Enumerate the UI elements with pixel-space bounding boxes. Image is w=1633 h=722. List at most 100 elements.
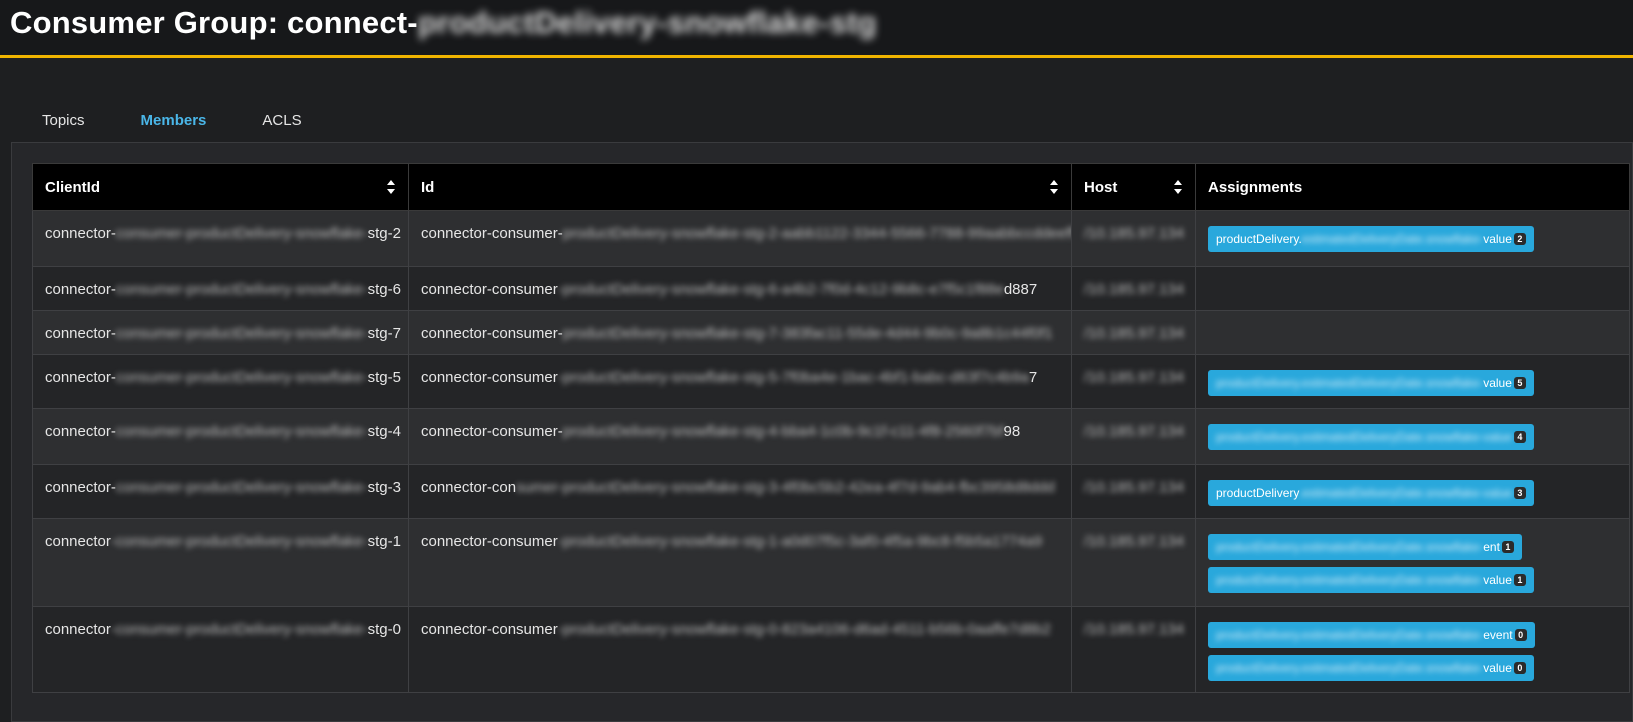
clientid-suffix: stg-1 <box>367 533 401 550</box>
id-prefix: connector-consumer- <box>421 325 563 342</box>
id-suffix: d887 <box>1003 281 1038 298</box>
cell-assignments <box>1195 266 1630 311</box>
id-obscured: productDelivery-snowflake-stg-7-383fac11… <box>562 325 1053 342</box>
cell-assignments: productDelivery.estimatedDeliveryDate.sn… <box>1195 408 1630 465</box>
cell-id: connector-consumer-productDelivery-snowf… <box>408 606 1072 693</box>
host-value: /10.185.97.134 <box>1084 621 1185 638</box>
host-value: /10.185.97.134 <box>1084 369 1185 386</box>
cell-assignments: productDelivery.estimatedDeliveryDate.sn… <box>1195 606 1630 693</box>
tab-bar: Topics Members ACLS <box>14 104 330 146</box>
assignment-chip[interactable]: productDelivery.estimatedDeliveryDate.sn… <box>1208 226 1534 252</box>
cell-host: /10.185.97.134 <box>1071 464 1196 519</box>
cell-assignments <box>1195 310 1630 355</box>
column-header-clientid[interactable]: ClientId <box>32 163 409 211</box>
cell-host: /10.185.97.134 <box>1071 518 1196 607</box>
clientid-suffix: stg-2 <box>367 225 401 242</box>
host-value: /10.185.97.134 <box>1084 225 1185 242</box>
assignment-chip[interactable]: productDelivery.estimatedDeliveryDate.sn… <box>1208 655 1534 681</box>
members-panel: ClientId Id Host Assignments connector-c… <box>11 142 1633 722</box>
clientid-prefix: connector- <box>45 225 116 242</box>
cell-host: /10.185.97.134 <box>1071 408 1196 465</box>
assignment-chip[interactable]: productDelivery.estimatedDeliveryDate.sn… <box>1208 534 1522 560</box>
assignment-list: productDelivery.estimatedDeliveryDate.sn… <box>1208 223 1617 258</box>
id-prefix: connector-consumer <box>421 621 558 638</box>
cell-host: /10.185.97.134 <box>1071 606 1196 693</box>
partition-count-badge: 4 <box>1513 431 1526 443</box>
id-obscured: -productDelivery-snowflake-stg-6-a4b2-7f… <box>557 281 1004 298</box>
sort-icon[interactable] <box>1049 179 1059 195</box>
id-obscured: -productDelivery-snowflake-stg-1-a0d07f5… <box>557 533 1043 550</box>
table-row: connector-consumer-productDelivery-snowf… <box>32 210 1630 267</box>
clientid-suffix: stg-5 <box>367 369 401 386</box>
clientid-prefix: connector- <box>45 325 116 342</box>
assignment-suffix: event <box>1483 628 1513 642</box>
clientid-prefix: connector <box>45 621 111 638</box>
clientid-suffix: stg-4 <box>367 423 401 440</box>
cell-clientid: connector-consumer-productDelivery-snowf… <box>32 266 409 311</box>
assignment-obscured: productDelivery.estimatedDeliveryDate.sn… <box>1216 430 1512 444</box>
assignment-obscured: productDelivery.estimatedDeliveryDate.sn… <box>1216 540 1484 554</box>
partition-count-badge: 3 <box>1513 487 1526 499</box>
clientid-suffix: stg-3 <box>367 479 401 496</box>
clientid-obscured: consumer-productDelivery-snowflake- <box>115 479 368 496</box>
assignment-list: productDelivery.estimatedDeliveryDate.sn… <box>1208 367 1617 402</box>
assignment-chip[interactable]: productDelivery.estimatedDeliveryDate.sn… <box>1208 567 1534 593</box>
table-row: connector-consumer-productDelivery-snowf… <box>32 408 1630 465</box>
clientid-prefix: connector- <box>45 369 116 386</box>
assignment-list: productDelivery.estimatedDeliveryDate.sn… <box>1208 421 1617 456</box>
clientid-prefix: connector- <box>45 423 116 440</box>
tab-members[interactable]: Members <box>112 104 235 146</box>
column-header-id[interactable]: Id <box>408 163 1072 211</box>
id-suffix: 98 <box>1003 423 1021 440</box>
title-obscured: productDelivery-snowflake-stg <box>417 5 877 40</box>
cell-clientid: connector-consumer-productDelivery-snowf… <box>32 518 409 607</box>
assignment-suffix: ent <box>1483 540 1500 554</box>
column-header-assignments: Assignments <box>1195 163 1630 211</box>
cell-id: connector-consumer-productDelivery-snowf… <box>408 266 1072 311</box>
cell-clientid: connector-consumer-productDelivery-snowf… <box>32 464 409 519</box>
clientid-obscured: consumer-productDelivery-snowflake- <box>115 369 368 386</box>
column-label: Assignments <box>1208 178 1303 196</box>
column-label: Host <box>1084 178 1118 196</box>
cell-clientid: connector-consumer-productDelivery-snowf… <box>32 210 409 267</box>
assignment-chip[interactable]: productDelivery.estimatedDeliveryDate.sn… <box>1208 622 1535 648</box>
sort-icon[interactable] <box>386 179 396 195</box>
cell-host: /10.185.97.134 <box>1071 266 1196 311</box>
clientid-suffix: stg-0 <box>367 621 401 638</box>
sort-icon[interactable] <box>1173 179 1183 195</box>
table-row: connector-consumer-productDelivery-snowf… <box>32 464 1630 519</box>
id-prefix: connector-consumer- <box>421 423 563 440</box>
id-obscured: sumer-productDelivery-snowflake-stg-3-4f… <box>516 479 1055 496</box>
assignment-suffix: value <box>1483 376 1512 390</box>
host-value: /10.185.97.134 <box>1084 533 1185 550</box>
partition-count-badge: 5 <box>1513 377 1526 389</box>
assignment-suffix: value <box>1483 661 1512 675</box>
column-header-host[interactable]: Host <box>1071 163 1196 211</box>
cell-host: /10.185.97.134 <box>1071 210 1196 267</box>
id-prefix: connector-consumer <box>421 369 558 386</box>
cell-id: connector-consumer-productDelivery-snowf… <box>408 310 1072 355</box>
cell-id: connector-consumer-productDelivery-snowf… <box>408 518 1072 607</box>
assignment-list: productDelivery.estimatedDeliveryDate.sn… <box>1208 477 1617 512</box>
table-body: connector-consumer-productDelivery-snowf… <box>32 210 1630 693</box>
cell-clientid: connector-consumer-productDelivery-snowf… <box>32 606 409 693</box>
tab-topics[interactable]: Topics <box>14 104 113 142</box>
assignment-chip[interactable]: productDelivery.estimatedDeliveryDate.sn… <box>1208 480 1534 506</box>
cell-id: connector-consumer-productDelivery-snowf… <box>408 354 1072 409</box>
clientid-obscured: consumer-productDelivery-snowflake- <box>115 281 368 298</box>
id-prefix: connector-consumer <box>421 281 558 298</box>
assignment-list: productDelivery.estimatedDeliveryDate.sn… <box>1208 619 1617 687</box>
column-label: Id <box>421 178 435 196</box>
assignment-chip[interactable]: productDelivery.estimatedDeliveryDate.sn… <box>1208 370 1534 396</box>
id-obscured: productDelivery-snowflake-stg-4-bba4-1c0… <box>562 423 1004 440</box>
assignment-chip[interactable]: productDelivery.estimatedDeliveryDate.sn… <box>1208 424 1534 450</box>
tab-acls[interactable]: ACLS <box>234 104 329 142</box>
assignment-list: productDelivery.estimatedDeliveryDate.sn… <box>1208 531 1617 599</box>
host-value: /10.185.97.134 <box>1084 281 1185 298</box>
table-header-row: ClientId Id Host Assignments <box>32 163 1630 211</box>
host-value: /10.185.97.134 <box>1084 423 1185 440</box>
members-table: ClientId Id Host Assignments connector-c… <box>32 163 1630 693</box>
partition-count-badge: 0 <box>1514 629 1527 641</box>
table-row: connector-consumer-productDelivery-snowf… <box>32 518 1630 607</box>
cell-host: /10.185.97.134 <box>1071 354 1196 409</box>
